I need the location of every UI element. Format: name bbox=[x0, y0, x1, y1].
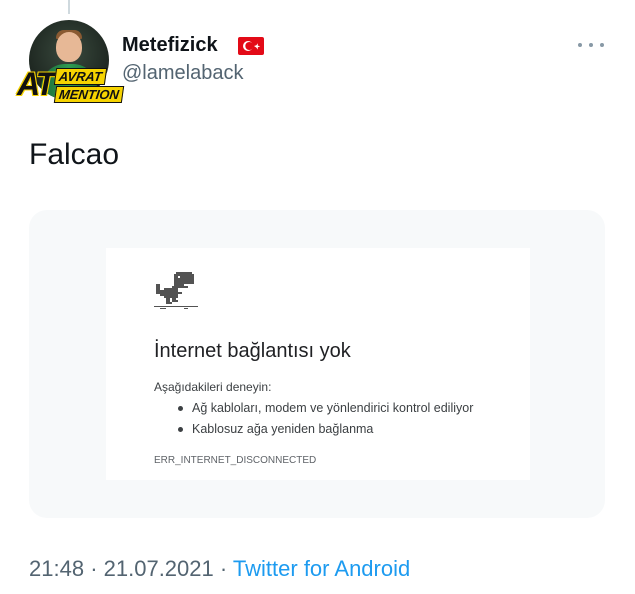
tweet-metadata: 21:48 · 21.07.2021 · Twitter for Android bbox=[29, 556, 410, 582]
no-internet-screen: İnternet bağlantısı yok Aşağıdakileri de… bbox=[106, 248, 530, 480]
list-item: Kablosuz ağa yeniden bağlanma bbox=[174, 419, 473, 440]
more-dot bbox=[589, 43, 593, 47]
more-horizontal-icon[interactable] bbox=[578, 36, 604, 54]
tweet-text: Falcao bbox=[29, 138, 120, 171]
badge-bottom-text: MENTION bbox=[53, 86, 125, 103]
error-suggestion-list: Ağ kabloları, modem ve yönlendirici kont… bbox=[174, 398, 473, 440]
error-subtitle: Aşağıdakileri deneyin: bbox=[154, 380, 272, 394]
avatar-badge-logo: AT AVRAT MENTION bbox=[15, 66, 125, 104]
turkey-flag-icon bbox=[238, 37, 264, 55]
error-code: ERR_INTERNET_DISCONNECTED bbox=[154, 455, 317, 466]
separator-dot: · bbox=[90, 556, 98, 581]
tweet-date[interactable]: 21.07.2021 bbox=[104, 556, 214, 581]
list-item: Ağ kabloları, modem ve yönlendirici kont… bbox=[174, 398, 473, 419]
tweet-media-image[interactable]: İnternet bağlantısı yok Aşağıdakileri de… bbox=[29, 210, 605, 518]
tweet-time[interactable]: 21:48 bbox=[29, 556, 84, 581]
badge-top-text: AVRAT bbox=[53, 68, 108, 85]
tweet-source-link[interactable]: Twitter for Android bbox=[233, 556, 410, 581]
dinosaur-icon bbox=[154, 272, 198, 309]
error-title: İnternet bağlantısı yok bbox=[154, 340, 351, 362]
author-display-name[interactable]: Metefizick bbox=[122, 34, 218, 57]
more-dot bbox=[600, 43, 604, 47]
avatar-face bbox=[56, 32, 82, 62]
badge-at-text: AT bbox=[17, 66, 55, 102]
more-dot bbox=[578, 43, 582, 47]
separator-dot: · bbox=[219, 556, 228, 581]
thread-connector-line bbox=[68, 0, 70, 14]
author-handle[interactable]: @lamelaback bbox=[122, 62, 243, 85]
